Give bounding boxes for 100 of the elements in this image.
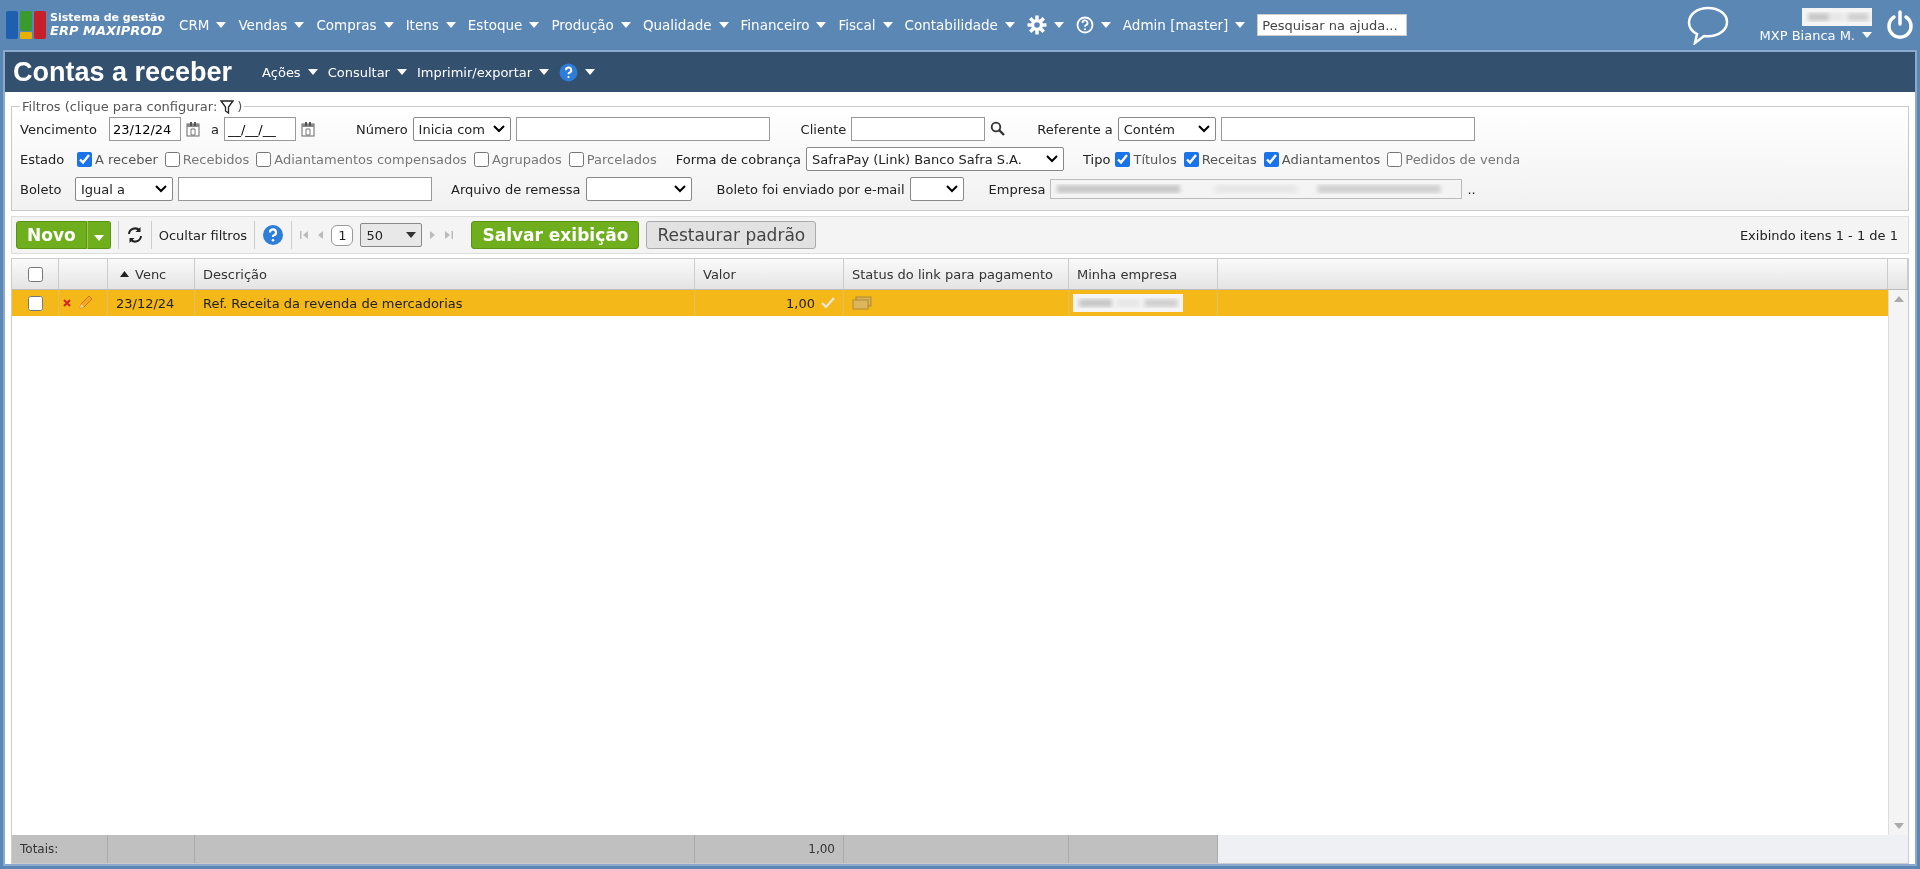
dropdown[interactable] <box>909 177 964 201</box>
menu-item[interactable]: Estoque <box>467 17 540 33</box>
checkbox[interactable] <box>1263 151 1279 167</box>
menu-item[interactable]: Contabilidade <box>904 17 1015 33</box>
field-label: Tipo <box>1083 151 1111 167</box>
checkbox[interactable] <box>256 151 272 167</box>
totals-label: Totais: <box>20 842 59 856</box>
logo-title: ERP MAXIPROD <box>50 23 163 38</box>
ellipsis-text: .. <box>1467 181 1476 197</box>
field-label: Vencimento <box>20 121 98 137</box>
menu-item[interactable]: Vendas <box>238 17 305 33</box>
input-field[interactable] <box>1220 117 1475 141</box>
column-label: Minha empresa <box>1077 266 1178 282</box>
column-header[interactable]: Valor <box>695 259 844 290</box>
caret-icon <box>620 22 631 28</box>
logo-subtitle: Sistema de gestão <box>50 12 165 24</box>
chevron-icon <box>1197 125 1210 133</box>
help-menu[interactable] <box>1075 16 1111 34</box>
refresh-icon[interactable] <box>125 227 144 243</box>
dropdown[interactable]: Inicia com <box>412 117 511 141</box>
date-field[interactable]: 23/12/24 <box>109 117 181 141</box>
restore-default-button[interactable]: Restaurar padrão <box>646 221 817 249</box>
calendar-icon[interactable] <box>186 121 200 137</box>
checkbox-label: Adiantamentos compensados <box>274 151 467 167</box>
menu-item[interactable]: CRM <box>178 17 227 33</box>
menu-item[interactable]: Produção <box>551 17 631 33</box>
field-label: Forma de cobrança <box>675 151 802 167</box>
menu-item[interactable]: Compras <box>316 17 394 33</box>
input-field[interactable] <box>515 117 770 141</box>
checkbox-label: Adiantamentos <box>1281 151 1381 167</box>
page-size-dropdown[interactable]: 50 <box>360 223 423 247</box>
user-menu[interactable]: MXP Bianca M. <box>1759 27 1872 43</box>
scroll-up-icon[interactable] <box>1893 296 1904 302</box>
row-checkbox[interactable] <box>27 295 43 311</box>
column-header[interactable]: Descrição <box>195 259 695 290</box>
chevron-icon <box>1046 155 1059 163</box>
chevron-icon <box>945 185 958 193</box>
field-label: Boleto <box>20 181 63 197</box>
field-label: Referente a <box>1037 121 1113 137</box>
settings-menu[interactable] <box>1026 15 1064 35</box>
field-label: Empresa <box>988 181 1046 197</box>
help-icon[interactable] <box>262 224 285 246</box>
scrollbar[interactable] <box>1888 290 1908 835</box>
column-label: Descrição <box>203 266 267 282</box>
chat-bubble-icon[interactable] <box>1685 5 1730 45</box>
checkbox[interactable] <box>1183 151 1199 167</box>
admin-menu[interactable]: Admin [master] <box>1122 17 1246 33</box>
chevron-icon <box>492 125 505 133</box>
checkbox-label: Pedidos de venda <box>1405 151 1521 167</box>
filters-legend-end: ) <box>237 99 243 114</box>
checkbox-label: A receber <box>95 151 158 167</box>
caret-icon <box>307 69 318 75</box>
checkbox[interactable] <box>473 151 489 167</box>
logo-icon <box>6 9 46 41</box>
dropdown[interactable]: Igual a <box>75 177 173 201</box>
amount-text: 1,00 <box>786 295 815 311</box>
hide-filters-button[interactable]: Ocultar filtros <box>158 227 248 243</box>
scroll-down-icon[interactable] <box>1893 823 1904 829</box>
search-field[interactable]: Pesquisar na ajuda... <box>1257 14 1408 36</box>
calendar-icon[interactable] <box>300 121 315 137</box>
checkbox[interactable] <box>1387 151 1403 167</box>
menu-item[interactable]: Qualidade <box>642 17 729 33</box>
search-icon[interactable] <box>990 121 1007 137</box>
action-menu[interactable]: Consultar <box>327 64 407 80</box>
menu-item[interactable]: Itens <box>405 17 456 33</box>
input-field[interactable] <box>178 177 432 201</box>
menu-item[interactable]: Fiscal <box>838 17 893 33</box>
column-header[interactable]: Status do link para pagamento <box>844 259 1069 290</box>
caret-icon <box>1004 22 1015 28</box>
checkbox-label: Receitas <box>1201 151 1257 167</box>
column-label: Valor <box>703 266 736 282</box>
caret-icon <box>882 22 893 28</box>
dropdown[interactable]: SafraPay (Link) Banco Safra S.A. <box>806 147 1065 171</box>
column-header[interactable]: Venc <box>108 259 195 290</box>
caret-icon <box>1235 22 1246 28</box>
dropdown[interactable]: Contém <box>1117 117 1216 141</box>
caret-icon <box>216 22 227 28</box>
field-label: Estado <box>20 151 66 167</box>
help-menu[interactable] <box>559 62 596 82</box>
checkbox[interactable] <box>164 151 180 167</box>
table-cell: 23/12/24 <box>108 290 195 316</box>
new-dropdown-button[interactable] <box>86 221 111 249</box>
input-field[interactable] <box>851 117 986 141</box>
delete-icon[interactable] <box>63 299 71 307</box>
action-menu[interactable]: Ações <box>262 64 318 80</box>
date-field[interactable]: __/__/__ <box>223 117 296 141</box>
cards-icon <box>852 296 872 310</box>
checkbox-label: Títulos <box>1133 151 1177 167</box>
power-icon[interactable] <box>1886 10 1914 40</box>
action-menu[interactable]: Imprimir/exportar <box>416 64 550 80</box>
column-header[interactable]: Minha empresa <box>1069 259 1218 290</box>
filters-legend: Filtros (clique para configurar: <box>22 99 218 114</box>
checkbox[interactable] <box>77 151 92 167</box>
menu-item[interactable]: Financeiro <box>740 17 827 33</box>
select-all-checkbox[interactable] <box>27 266 43 282</box>
page-number-field[interactable]: 1 <box>331 224 354 246</box>
caret-icon <box>445 22 456 28</box>
checkbox[interactable] <box>568 151 584 167</box>
filter-icon[interactable] <box>220 99 235 114</box>
checkbox[interactable] <box>1115 151 1131 167</box>
